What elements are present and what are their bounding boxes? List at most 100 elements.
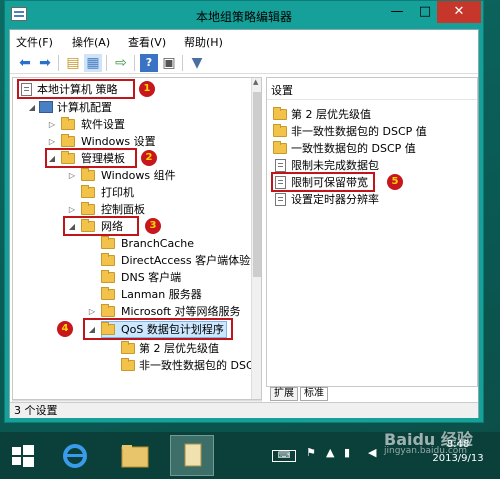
filter-icon[interactable]: ▼: [188, 54, 206, 72]
folder-icon: [81, 202, 95, 215]
folder-icon: [121, 341, 135, 354]
scroll-up-icon[interactable]: ▲: [253, 78, 258, 86]
highlight-box: [271, 172, 375, 192]
volume-tray-icon[interactable]: ◀: [368, 446, 376, 459]
folder-icon: [101, 270, 115, 283]
folder-icon: [61, 134, 75, 147]
tree-item-label: BranchCache: [121, 237, 195, 250]
folder-icon: [81, 168, 95, 181]
tree-item-printers[interactable]: 打印机: [67, 184, 247, 201]
setting-folder-layer2[interactable]: 第 2 层优先级值: [273, 106, 473, 123]
highlight-box: [83, 318, 233, 340]
highlight-box: [17, 79, 135, 99]
folder-icon: [101, 253, 115, 266]
toolbar-separator: [58, 55, 59, 71]
scroll-thumb[interactable]: [253, 92, 261, 277]
setting-folder-nonconforming[interactable]: 非一致性数据包的 DSCP 值: [273, 123, 473, 140]
tab-standard[interactable]: 标准: [300, 387, 328, 401]
step-badge: 1: [139, 81, 155, 97]
view-tabs: 扩展 标准: [266, 387, 478, 401]
tree-item-lanman-server[interactable]: Lanman 服务器: [87, 286, 252, 303]
keyboard-tray-icon[interactable]: ⌨: [272, 450, 296, 462]
maximize-button[interactable]: □: [411, 1, 439, 23]
tree-item-label: 软件设置: [81, 118, 125, 131]
column-header-settings[interactable]: 设置: [267, 82, 477, 100]
close-button[interactable]: ✕: [437, 1, 481, 23]
tree-item-label: DirectAccess 客户端体验设: [121, 254, 252, 267]
tree-item-label: 第 2 层优先级值: [139, 342, 219, 355]
toolbar-separator: [106, 55, 107, 71]
setting-icon: [275, 193, 286, 206]
file-explorer-icon: [121, 445, 149, 468]
setting-icon: [275, 159, 286, 172]
menu-view[interactable]: 查看(V): [128, 34, 166, 50]
title-bar[interactable]: 本地组策略编辑器 — □ ✕: [5, 1, 483, 29]
internet-explorer-icon: [63, 444, 87, 468]
step-badge: 5: [387, 174, 403, 190]
toolbar: ⬅ ➡ ▤ ▦ ⇨ ? ▣ ▼: [10, 52, 478, 74]
tree-item-directaccess[interactable]: DirectAccess 客户端体验设: [87, 252, 252, 269]
tree-item-branchcache[interactable]: BranchCache: [87, 235, 252, 252]
network-tray-icon[interactable]: ▮: [344, 446, 350, 459]
expand-arrow-icon[interactable]: ▷: [67, 167, 77, 184]
tree-item-dns-client[interactable]: DNS 客户端: [87, 269, 252, 286]
show-tree-icon[interactable]: ▦: [84, 54, 102, 72]
step-badge: 3: [145, 218, 161, 234]
minimize-button[interactable]: —: [383, 1, 411, 23]
setting-label: 一致性数据包的 DSCP 值: [291, 142, 416, 155]
tree-vertical-scrollbar[interactable]: ▲: [251, 78, 261, 399]
menu-action[interactable]: 操作(A): [72, 34, 110, 50]
folder-icon: [273, 124, 287, 137]
folder-icon: [273, 107, 287, 120]
menu-file[interactable]: 文件(F): [16, 34, 53, 50]
windows-logo-icon: [12, 445, 34, 467]
policy-editor-icon: [184, 443, 202, 467]
tree-item-layer2-priority[interactable]: 第 2 层优先级值: [107, 340, 252, 357]
folder-icon: [81, 185, 95, 198]
tree-item-label: 非一致性数据包的 DSC: [139, 359, 252, 372]
editor-window: 本地组策略编辑器 — □ ✕ 文件(F) 操作(A) 查看(V) 帮助(H) ⬅…: [4, 0, 484, 423]
client-area: 文件(F) 操作(A) 查看(V) 帮助(H) ⬅ ➡ ▤ ▦ ⇨ ? ▣ ▼ …: [9, 29, 479, 418]
status-bar: 3 个设置: [10, 402, 478, 418]
tree-item-windows-components[interactable]: ▷ Windows 组件: [67, 167, 247, 184]
step-badge: 2: [141, 150, 157, 166]
setting-timer-resolution[interactable]: 设置定时器分辨率: [273, 191, 473, 208]
tree-item-computer-config[interactable]: ◢ 计算机配置: [27, 99, 207, 116]
collapse-arrow-icon[interactable]: ◢: [27, 99, 37, 116]
folder-icon: [101, 236, 115, 249]
explorer-taskbar-button[interactable]: [118, 435, 152, 476]
forward-icon[interactable]: ➡: [36, 54, 54, 72]
folder-icon: [101, 304, 115, 317]
tree-item-software-settings[interactable]: ▷ 软件设置: [47, 116, 227, 133]
folder-icon: [101, 287, 115, 300]
flag-tray-icon[interactable]: ⚑: [306, 446, 316, 459]
tree-pane[interactable]: 本地计算机 策略 1 ◢ 计算机配置 ▷ 软件设置 ▷ Windows 设置 ◢…: [12, 77, 262, 400]
back-icon[interactable]: ⬅: [16, 54, 34, 72]
properties-icon[interactable]: ▣: [160, 54, 178, 72]
folder-icon: [61, 117, 75, 130]
gpedit-taskbar-button[interactable]: [170, 435, 214, 476]
tab-extended[interactable]: 扩展: [270, 387, 298, 401]
computer-icon: [39, 101, 53, 113]
expand-arrow-icon[interactable]: ▷: [47, 116, 57, 133]
help-icon[interactable]: ?: [140, 54, 158, 72]
menu-help[interactable]: 帮助(H): [184, 34, 223, 50]
folder-icon: [121, 358, 135, 371]
watermark-sub: jingyan.baidu.com: [384, 446, 468, 456]
step-badge: 4: [57, 321, 73, 337]
menu-bar: 文件(F) 操作(A) 查看(V) 帮助(H): [10, 30, 478, 52]
start-button[interactable]: [8, 435, 38, 476]
setting-folder-conforming[interactable]: 一致性数据包的 DSCP 值: [273, 140, 473, 157]
highlight-box: [63, 216, 139, 236]
folder-icon: [273, 141, 287, 154]
ie-taskbar-button[interactable]: [60, 435, 90, 476]
setting-label: 第 2 层优先级值: [291, 108, 371, 121]
tree-item-nonconforming-dscp[interactable]: 非一致性数据包的 DSC: [107, 357, 252, 374]
settings-pane[interactable]: 设置 第 2 层优先级值 非一致性数据包的 DSCP 值 一致性数据包的 DSC…: [266, 77, 478, 387]
tree-item-label: 计算机配置: [57, 101, 112, 114]
export-icon[interactable]: ⇨: [112, 54, 130, 72]
show-hidden-icons[interactable]: ▲: [326, 446, 334, 459]
setting-label: 非一致性数据包的 DSCP 值: [291, 125, 427, 138]
up-folder-icon[interactable]: ▤: [64, 54, 82, 72]
toolbar-separator: [182, 55, 183, 71]
